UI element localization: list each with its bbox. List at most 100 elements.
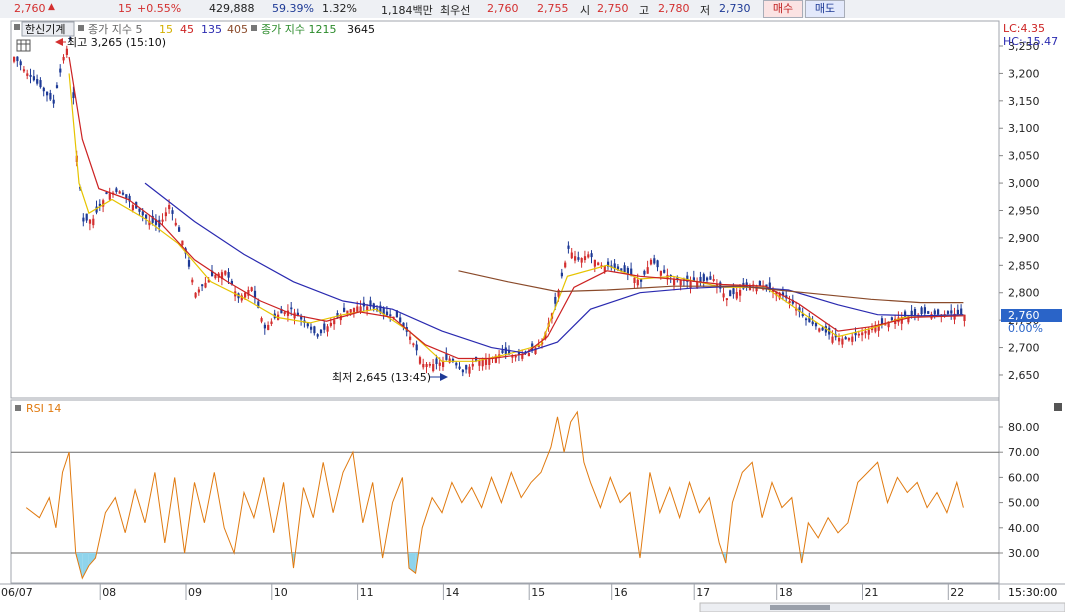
candle-body <box>570 252 573 259</box>
candle-body <box>72 92 75 99</box>
candle-body <box>26 73 29 76</box>
candle-body <box>729 290 732 297</box>
panel-menu-icon[interactable] <box>14 24 20 30</box>
candle-body <box>187 260 191 267</box>
candle-body <box>679 280 682 286</box>
candle-body <box>290 307 293 310</box>
candle-body <box>821 327 824 331</box>
table-grid-icon[interactable] <box>16 39 31 52</box>
stock-name: 한신기계 <box>25 23 65 36</box>
candle-body <box>527 353 530 357</box>
turnover-percent: 1.32% <box>322 2 357 15</box>
candle-body <box>712 279 715 281</box>
candle-body <box>425 364 428 368</box>
candle-body <box>329 322 332 326</box>
date-tick-label: 21 <box>865 586 879 599</box>
rsi-title: RSI 14 <box>26 402 61 415</box>
candle-body <box>174 222 177 226</box>
candle-body <box>323 323 326 330</box>
candle-body <box>626 267 629 274</box>
candle-body <box>244 292 247 298</box>
change-value: 15 <box>118 2 132 15</box>
candle-body <box>814 322 818 327</box>
candle-body <box>201 284 204 287</box>
date-tick-label: 18 <box>779 586 793 599</box>
candle-body <box>316 334 319 337</box>
candle-body <box>333 320 336 325</box>
candle-body <box>732 288 735 295</box>
candle-body <box>36 79 39 84</box>
rsi-tick-label: 60.00 <box>1008 471 1040 484</box>
date-tick-label: 08 <box>102 586 116 599</box>
rsi-menu-icon[interactable] <box>15 405 21 411</box>
candle-body <box>88 219 92 224</box>
candle-body <box>709 276 712 280</box>
date-tick-label: 16 <box>614 586 628 599</box>
candle-body <box>920 307 923 315</box>
stock-chart[interactable]: 3,2503,2003,1503,1003,0503,0002,9502,900… <box>0 18 1065 612</box>
ma2-menu-icon[interactable] <box>251 25 257 31</box>
candle-body <box>468 366 471 374</box>
candle-body <box>22 69 26 72</box>
candle-body <box>349 309 352 313</box>
candle-body <box>85 213 88 221</box>
candle-body <box>514 355 517 358</box>
candle-body <box>319 329 323 334</box>
candle-body <box>13 56 16 62</box>
candle-body <box>306 323 309 327</box>
candle-body <box>649 259 653 265</box>
up-arrow-icon: ▲ <box>48 2 55 12</box>
candle-body <box>706 277 709 281</box>
date-tick-label: 11 <box>360 586 374 599</box>
candle-body <box>164 212 167 217</box>
candle-body <box>326 326 329 332</box>
candle-body <box>224 270 227 275</box>
rsi-panel-close-icon[interactable] <box>1054 403 1062 411</box>
ma135-label: 135 <box>201 23 222 36</box>
candle-body <box>415 344 418 351</box>
candle-body <box>59 68 62 73</box>
price-tick-label: 2,850 <box>1008 259 1040 272</box>
ma2-label: 종가 지수 1215 <box>261 23 336 36</box>
candle-body <box>171 210 174 214</box>
candle-body <box>623 265 626 273</box>
candle-body <box>458 366 461 369</box>
candle-body <box>16 56 19 62</box>
candle-body <box>564 262 567 268</box>
candle-body <box>923 307 926 314</box>
candle-body <box>366 306 369 311</box>
candle-body <box>577 257 580 260</box>
date-tick-label: 22 <box>950 586 964 599</box>
scroll-toolbar[interactable] <box>699 602 1065 612</box>
sell-button[interactable]: 매도 <box>805 0 845 18</box>
candle-body <box>310 326 313 330</box>
candle-body <box>52 99 55 104</box>
candle-body <box>488 358 491 365</box>
candle-body <box>481 359 484 367</box>
price-tick-label: 2,700 <box>1008 342 1040 355</box>
candle-body <box>448 358 451 363</box>
price-tick-label: 3,050 <box>1008 150 1040 163</box>
buy-button[interactable]: 매수 <box>763 0 803 18</box>
candle-body <box>145 214 148 219</box>
price-tick-label: 2,900 <box>1008 232 1040 245</box>
candle-body <box>313 326 316 334</box>
price-tick-label: 2,800 <box>1008 287 1040 300</box>
date-tick-label: 15 <box>531 586 545 599</box>
candle-body <box>484 359 488 365</box>
candle-body <box>857 333 860 336</box>
candle-body <box>950 310 953 314</box>
candle-body <box>501 350 504 354</box>
ma405-label: 405 <box>227 23 248 36</box>
candle-body <box>580 258 583 263</box>
price-tick-label: 2,650 <box>1008 369 1040 382</box>
scroll-thumb[interactable] <box>770 605 830 610</box>
candle-body <box>455 362 458 366</box>
rsi-tick-label: 80.00 <box>1008 421 1040 434</box>
candle-body <box>105 192 108 195</box>
ma-menu-icon[interactable] <box>78 25 84 31</box>
candle-body <box>465 365 468 370</box>
best-bid-1: 2,760 <box>487 2 519 15</box>
high-annotation: 최고 3,265 (15:10) <box>67 36 166 49</box>
candle-body <box>722 293 725 298</box>
